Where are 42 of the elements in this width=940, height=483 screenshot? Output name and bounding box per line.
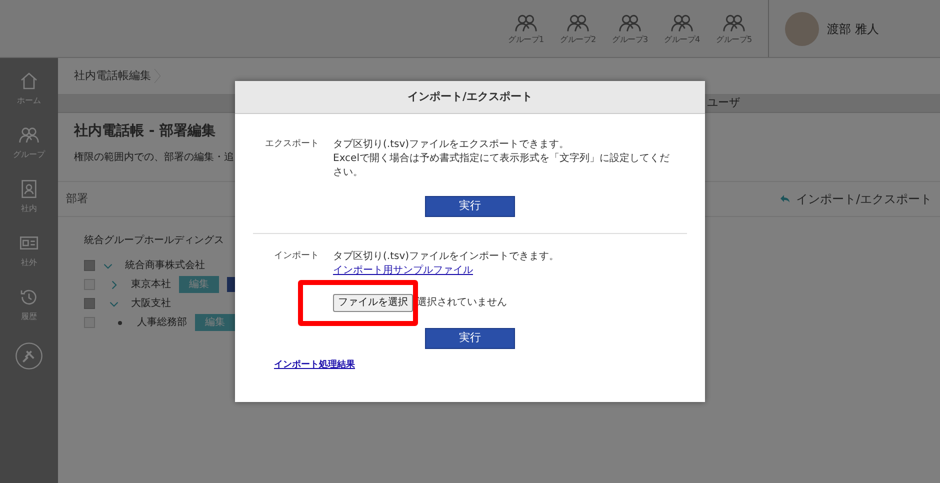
tree-checkbox[interactable]: [84, 298, 95, 309]
tree-checkbox[interactable]: [84, 279, 95, 290]
tree-checkbox[interactable]: [84, 260, 95, 271]
section-label: 部署: [66, 190, 88, 207]
export-description: Excelで開く場合は予め書式指定にて表示形式を「文字列」に設定してください。: [333, 152, 670, 180]
choose-file-button[interactable]: ファイルを選択: [333, 294, 413, 312]
group-shortcut[interactable]: グループ2: [552, 12, 604, 46]
user-name: 渡部 雅人: [827, 20, 879, 38]
home-icon: [19, 71, 39, 91]
breadcrumb-text[interactable]: 社内電話帳編集: [74, 68, 151, 84]
pin-icon: [15, 342, 43, 370]
import-description: タブ区切り(.tsv)ファイルをインポートできます。: [333, 250, 560, 264]
import-export-link[interactable]: インポート/エクスポート: [778, 190, 932, 208]
tree-node-name[interactable]: 東京本社: [131, 277, 171, 292]
history-icon: [19, 287, 39, 307]
page-title: 社内電話帳 - 部署編集: [74, 122, 216, 141]
import-run-button[interactable]: 実行: [425, 328, 515, 349]
people-icon: [19, 125, 39, 145]
edit-button[interactable]: 編集: [179, 276, 219, 293]
avatar-circle: [785, 12, 819, 46]
edit-button[interactable]: 編集: [195, 314, 235, 331]
export-run-button[interactable]: 実行: [425, 196, 515, 217]
export-label: エクスポート: [265, 139, 319, 149]
import-label: インポート: [274, 251, 319, 261]
tree-root: 統合グループホールディングス: [84, 235, 224, 246]
page-description: 権限の範囲内での、部署の編集・追: [74, 150, 234, 165]
tree-node-name[interactable]: 人事総務部: [137, 315, 187, 330]
tree-node-name[interactable]: 大阪支社: [131, 296, 171, 311]
tree-checkbox[interactable]: [84, 317, 95, 328]
export-description: タブ区切り(.tsv)ファイルをエクスポートできます。: [333, 138, 570, 152]
group-shortcut[interactable]: グループ4: [656, 12, 708, 46]
group-shortcut[interactable]: グループ3: [604, 12, 656, 46]
file-status: 選択されていません: [417, 296, 507, 310]
group-shortcut[interactable]: グループ1: [500, 12, 552, 46]
tab[interactable]: ユーザ: [707, 95, 740, 112]
sample-file-link[interactable]: インポート用サンプルファイル: [333, 265, 473, 276]
import-result-link[interactable]: インポート処理結果: [274, 359, 355, 372]
contact-book-icon: [19, 179, 39, 199]
chevron-right-icon[interactable]: [109, 280, 119, 290]
tree-node-name[interactable]: 統合商事株式会社: [125, 258, 205, 273]
group-shortcut[interactable]: グループ5: [708, 12, 760, 46]
dialog-title: インポート/エクスポート: [407, 88, 533, 105]
